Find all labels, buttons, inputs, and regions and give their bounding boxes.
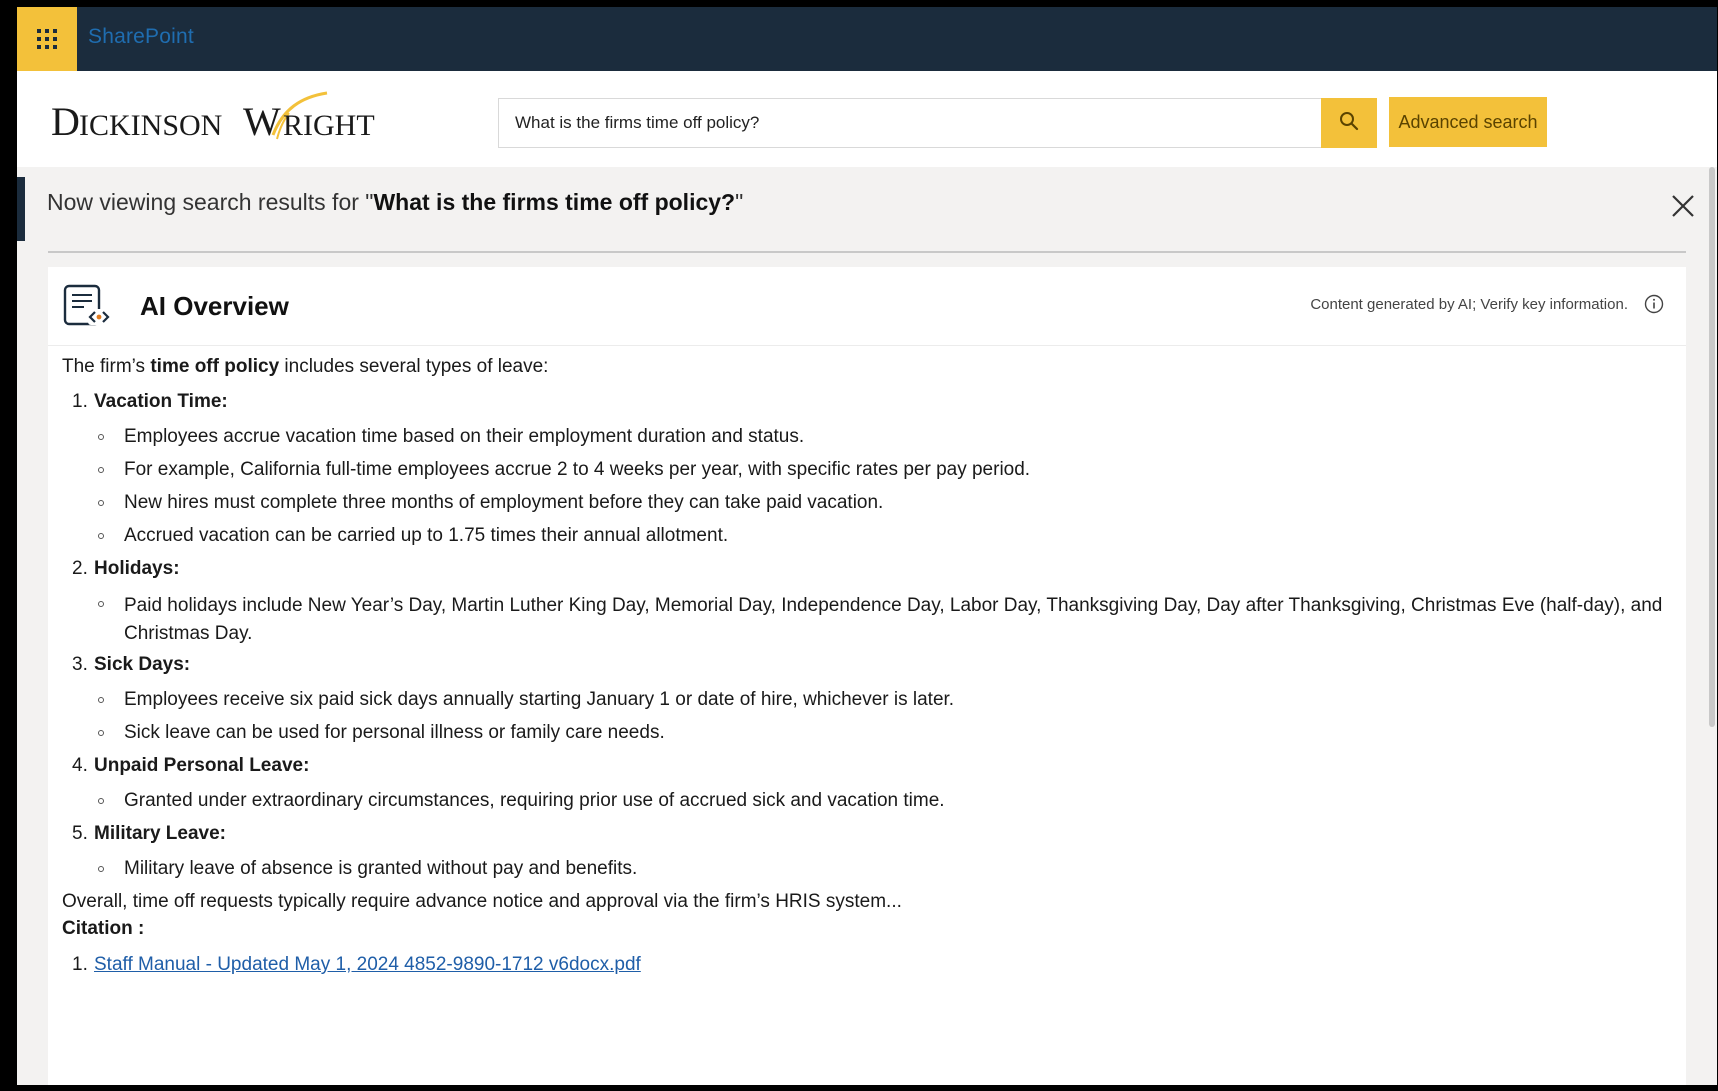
bullet-item: Employees receive six paid sick days ann… <box>124 689 955 710</box>
banner-suffix: " <box>735 189 744 215</box>
close-icon <box>1670 195 1696 223</box>
bullet-marker <box>98 798 104 804</box>
advanced-search-button[interactable]: Advanced search <box>1389 97 1547 147</box>
page-scrollbar[interactable] <box>1709 167 1715 727</box>
info-icon[interactable] <box>1644 294 1664 319</box>
intro-text-end: includes several types of leave: <box>279 356 549 377</box>
bullet-marker <box>98 866 104 872</box>
svg-text:W: W <box>243 99 281 144</box>
bullet-marker <box>98 601 104 607</box>
section-number: 1. <box>72 391 88 412</box>
search-input[interactable] <box>515 99 1295 147</box>
bullet-item: For example, California full-time employ… <box>124 459 1031 480</box>
section-heading: Unpaid Personal Leave: <box>94 755 310 776</box>
ai-overview-title: AI Overview <box>140 291 289 321</box>
section-heading: Sick Days: <box>94 654 191 675</box>
results-banner: Now viewing search results for "What is … <box>47 189 743 216</box>
citation-link[interactable]: Staff Manual - Updated May 1, 2024 4852-… <box>94 953 641 977</box>
ai-overview-card: AI Overview Content generated by AI; Ver… <box>48 267 1686 1085</box>
bullet-marker <box>98 467 104 473</box>
svg-text:RIGHT: RIGHT <box>283 109 375 142</box>
bullet-item: Sick leave can be used for personal illn… <box>124 722 665 743</box>
bullet-item: Granted under extraordinary circumstance… <box>124 790 945 811</box>
search-box <box>498 98 1325 148</box>
banner-query: What is the firms time off policy? <box>373 189 736 215</box>
section-number: 4. <box>72 755 88 776</box>
ai-overview-icon <box>62 283 114 334</box>
section-number: 3. <box>72 654 88 675</box>
suite-bar: SharePoint <box>17 7 1717 71</box>
search-icon <box>1339 111 1359 136</box>
bullet-item: Military leave of absence is granted wit… <box>124 858 638 879</box>
bullet-marker <box>98 434 104 440</box>
bullet-item: Employees accrue vacation time based on … <box>124 426 805 447</box>
intro-emphasis: time off policy <box>150 356 280 377</box>
section-heading: Military Leave: <box>94 823 226 844</box>
banner-prefix: Now viewing search results for " <box>47 189 374 215</box>
section-number: 5. <box>72 823 88 844</box>
intro-paragraph: The firm’s time off policy includes seve… <box>62 355 548 379</box>
intro-text: The firm’s <box>62 356 151 377</box>
bullet-marker <box>98 730 104 736</box>
dickinson-wright-logo[interactable]: D ICKINSON W RIGHT <box>51 91 431 149</box>
closing-paragraph: Overall, time off requests typically req… <box>62 891 902 912</box>
svg-text:D: D <box>51 99 80 144</box>
ai-disclaimer: Content generated by AI; Verify key info… <box>1310 296 1628 313</box>
bullet-marker <box>98 500 104 506</box>
section-heading: Vacation Time: <box>94 391 228 412</box>
banner-accent <box>17 177 25 241</box>
app-launcher-icon <box>35 27 59 51</box>
results-area: Now viewing search results for "What is … <box>17 167 1717 1085</box>
search-button[interactable] <box>1321 98 1377 148</box>
bullet-item: Paid holidays include New Year’s Day, Ma… <box>124 595 1663 644</box>
section-number: 2. <box>72 558 88 579</box>
citation-number: 1. <box>72 954 88 975</box>
citation-label: Citation : <box>62 918 145 939</box>
ai-overview-header: AI Overview Content generated by AI; Ver… <box>48 267 1686 346</box>
app-name-link[interactable]: SharePoint <box>88 25 194 49</box>
site-header: D ICKINSON W RIGHT Advanced search <box>17 71 1717 167</box>
divider <box>48 251 1686 253</box>
bullet-marker <box>98 697 104 703</box>
bullet-marker <box>98 533 104 539</box>
bullet-item: New hires must complete three months of … <box>124 492 884 513</box>
browser-frame: SharePoint D ICKINSON W RIGHT What is th… <box>17 7 1717 1085</box>
close-results-button[interactable] <box>1670 193 1696 219</box>
app-launcher-button[interactable] <box>17 7 77 71</box>
section-heading: Holidays: <box>94 558 180 579</box>
svg-text:ICKINSON: ICKINSON <box>79 109 222 142</box>
bullet-item: Accrued vacation can be carried up to 1.… <box>124 525 729 546</box>
